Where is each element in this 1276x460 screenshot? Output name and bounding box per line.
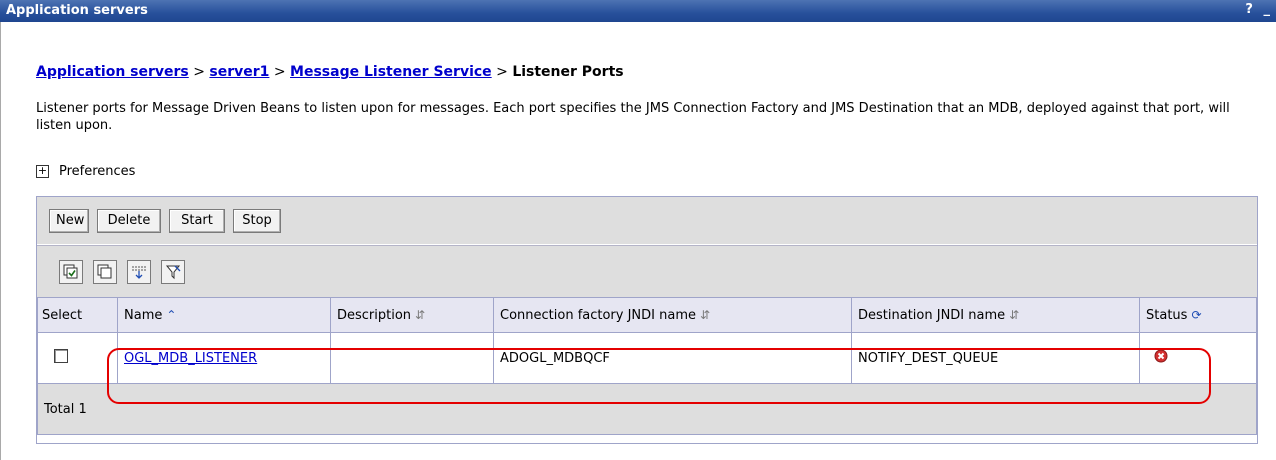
breadcrumb-separator: > [193, 64, 205, 80]
breadcrumb-separator: > [273, 64, 286, 80]
refresh-status-icon[interactable]: ⟳ [1191, 308, 1201, 322]
preferences-toggle[interactable]: + Preferences [36, 164, 135, 179]
destination-header-label[interactable]: Destination JNDI name [858, 308, 1005, 323]
status-column-header: Status ⟳ [1139, 297, 1257, 333]
breadcrumb-separator: > [496, 64, 508, 80]
sort-icon[interactable]: ⇵ [415, 308, 425, 322]
window-titlebar: Application servers ? _ [0, 0, 1276, 22]
window-title: Application servers [6, 3, 148, 18]
destination-cell: NOTIFY_DEST_QUEUE [851, 332, 1140, 384]
listener-ports-table: Select Name ⌃ Description ⇵ Connection fac… [37, 297, 1257, 435]
action-toolbar: New Delete Start Stop [37, 197, 1257, 245]
expand-icon[interactable]: + [36, 165, 49, 178]
deselect-all-icon[interactable] [93, 260, 117, 284]
preferences-label[interactable]: Preferences [59, 164, 135, 179]
breadcrumb-link-message-listener-service[interactable]: Message Listener Service [290, 64, 492, 80]
description-header-label[interactable]: Description [337, 308, 411, 323]
row-select-checkbox[interactable] [54, 349, 68, 363]
status-header-label: Status [1146, 307, 1188, 323]
select-all-icon[interactable] [59, 260, 83, 284]
breadcrumb-link-server1[interactable]: server1 [209, 64, 269, 80]
clear-filter-icon[interactable] [161, 260, 185, 284]
page-description: Listener ports for Message Driven Beans … [36, 101, 1230, 133]
table-header-row: Select Name ⌃ Description ⇵ Connection fac… [37, 297, 1257, 333]
sort-icon[interactable]: ⌃ [166, 308, 176, 322]
stop-button[interactable]: Stop [233, 209, 281, 233]
start-button[interactable]: Start [169, 209, 225, 233]
stopped-status-icon [1154, 349, 1168, 367]
show-filter-icon[interactable] [127, 260, 151, 284]
minimize-button[interactable]: _ [1264, 2, 1271, 17]
listener-port-link[interactable]: OGL_MDB_LISTENER [124, 351, 257, 366]
select-cell [37, 332, 118, 384]
listener-ports-panel: New Delete Start Stop Select Name ⌃ Desc… [36, 196, 1258, 444]
sort-icon[interactable]: ⇵ [1009, 308, 1019, 322]
left-border [0, 22, 1, 460]
breadcrumb: Application servers > server1 > Message … [36, 64, 624, 80]
sort-icon[interactable]: ⇵ [700, 308, 710, 322]
name-cell: OGL_MDB_LISTENER [117, 332, 331, 384]
table-row: OGL_MDB_LISTENER ADOGL_MDBQCF NOTIFY_DES… [37, 332, 1257, 384]
connection-factory-column-header[interactable]: Connection factory JNDI name ⇵ [493, 297, 852, 333]
destination-column-header[interactable]: Destination JNDI name ⇵ [851, 297, 1140, 333]
connection-factory-header-label[interactable]: Connection factory JNDI name [500, 308, 696, 323]
name-header-label[interactable]: Name [124, 308, 162, 323]
new-button[interactable]: New [49, 209, 89, 233]
icon-toolbar [37, 245, 1257, 297]
breadcrumb-link-application-servers[interactable]: Application servers [36, 64, 189, 80]
description-cell [330, 332, 494, 384]
description-column-header[interactable]: Description ⇵ [330, 297, 494, 333]
help-button[interactable]: ? [1245, 2, 1253, 17]
total-count: Total 1 [37, 383, 1257, 435]
select-column-header: Select [37, 297, 118, 333]
connection-factory-cell: ADOGL_MDBQCF [493, 332, 852, 384]
table-footer-row: Total 1 [37, 383, 1257, 435]
status-cell [1139, 332, 1257, 384]
delete-button[interactable]: Delete [97, 209, 161, 233]
breadcrumb-current: Listener Ports [512, 64, 624, 80]
name-column-header[interactable]: Name ⌃ [117, 297, 331, 333]
